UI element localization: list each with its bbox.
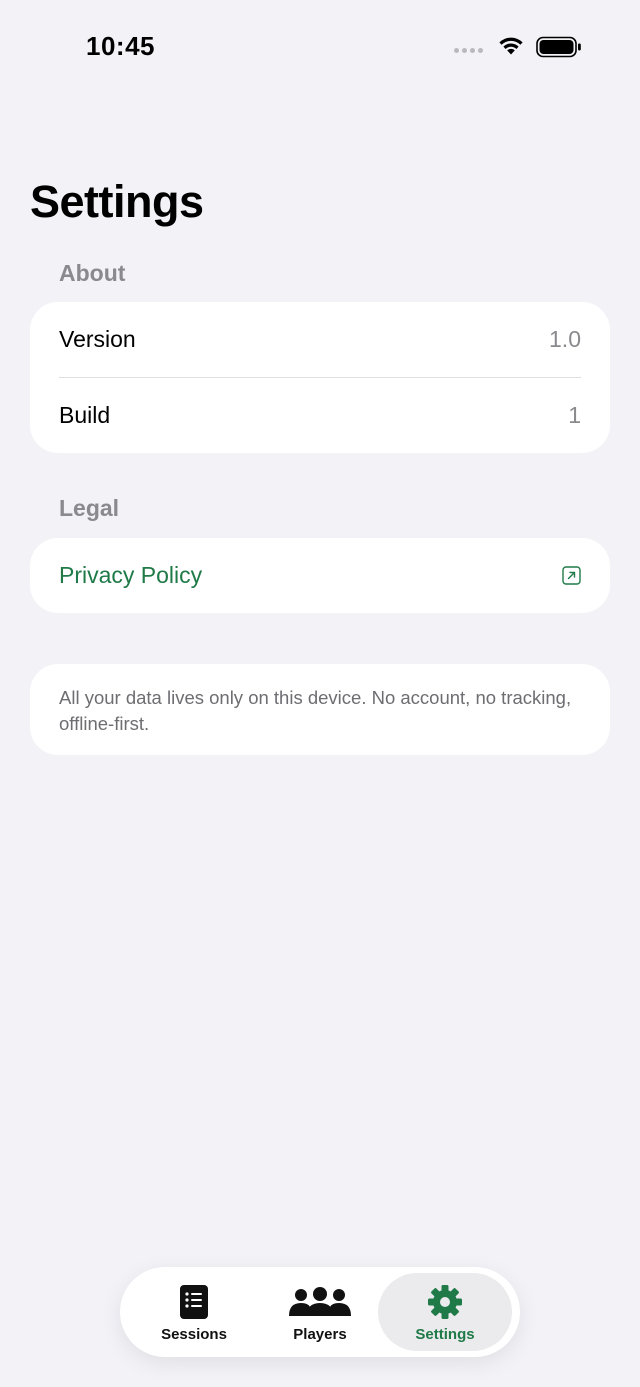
external-link-icon: [562, 566, 581, 585]
battery-icon: [536, 36, 581, 58]
status-time: 10:45: [86, 31, 155, 61]
tab-sessions[interactable]: Sessions: [127, 1273, 261, 1351]
version-row: Version 1.0: [30, 302, 610, 377]
wifi-icon: [499, 37, 523, 55]
section-header-legal: Legal: [59, 495, 120, 521]
tab-sessions-label: Sessions: [161, 1326, 227, 1343]
notebook-list-icon: [179, 1283, 209, 1321]
build-row: Build 1: [30, 378, 610, 453]
legal-card: Privacy Policy: [30, 538, 610, 613]
version-value: 1.0: [549, 326, 581, 352]
build-value: 1: [568, 402, 581, 428]
tab-players[interactable]: Players: [253, 1273, 387, 1351]
status-indicators: [452, 34, 584, 60]
about-card: Version 1.0 Build 1: [30, 302, 610, 453]
version-label: Version: [59, 326, 136, 352]
tab-players-label: Players: [293, 1326, 347, 1343]
page-title: Settings: [30, 176, 204, 227]
tab-settings[interactable]: Settings: [378, 1273, 512, 1351]
privacy-policy-row[interactable]: Privacy Policy: [30, 538, 610, 613]
privacy-note: All your data lives only on this device.…: [30, 664, 610, 755]
settings-screen: 10:45 Settings About Version 1.0 Build 1…: [0, 0, 640, 1387]
tab-bar: Sessions Players Settings: [120, 1267, 520, 1357]
tab-settings-label: Settings: [415, 1326, 475, 1343]
section-header-about: About: [59, 260, 126, 286]
gear-icon: [427, 1283, 463, 1321]
build-label: Build: [59, 402, 111, 428]
people-icon: [288, 1283, 352, 1321]
privacy-policy-label: Privacy Policy: [59, 562, 203, 588]
cellular-signal-icon: [454, 48, 483, 53]
